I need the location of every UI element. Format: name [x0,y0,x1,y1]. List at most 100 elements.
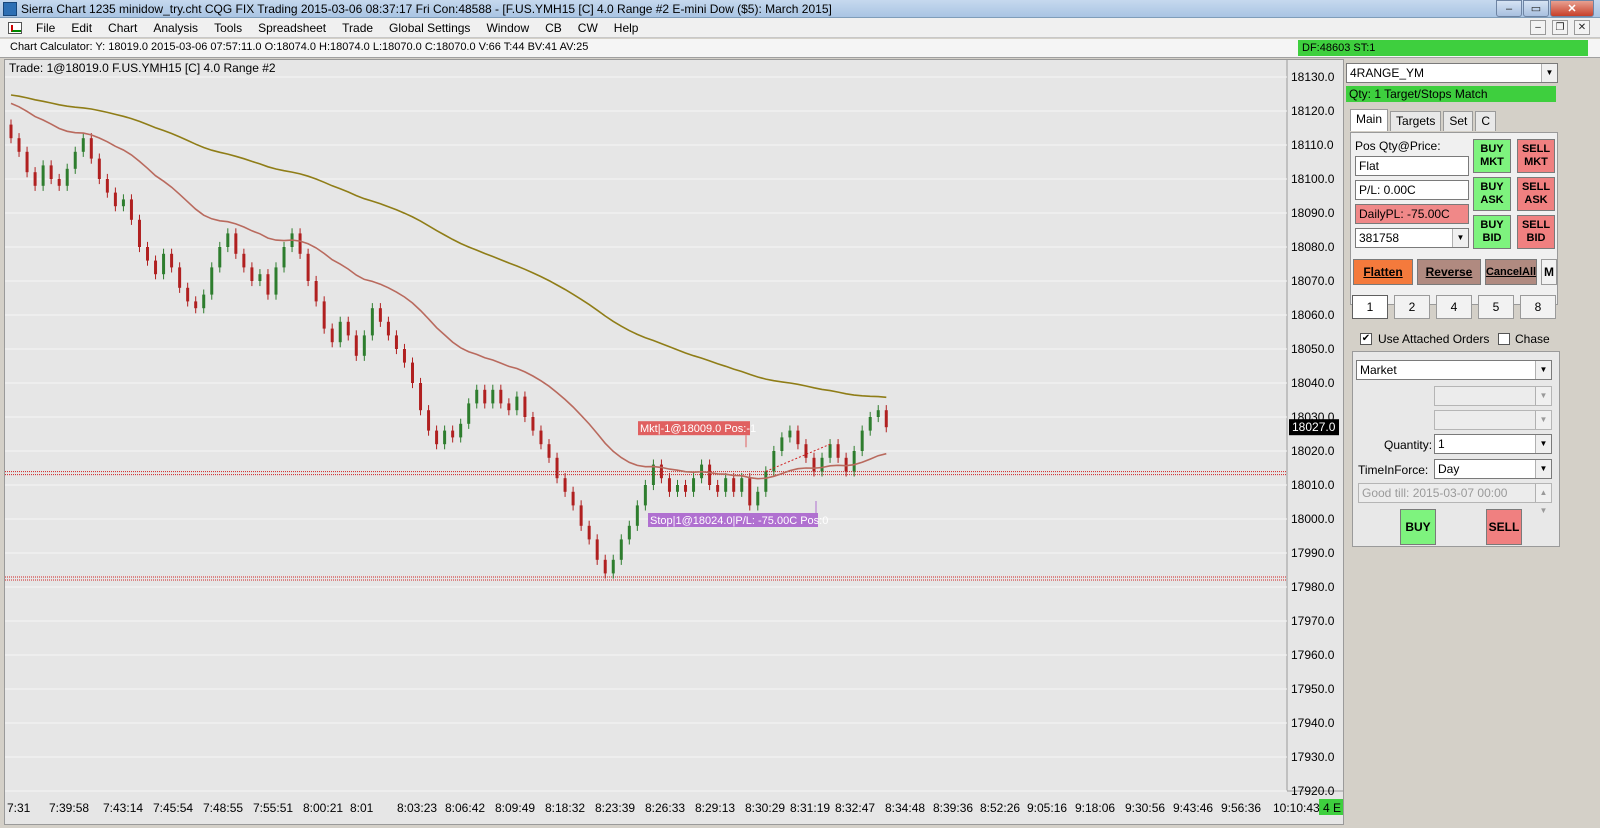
chase-checkbox[interactable] [1498,333,1510,345]
menu-cw[interactable]: CW [570,18,606,38]
candle-body [483,389,487,404]
x-tick-label: 9:30:56 [1125,801,1165,815]
qty-preset-1[interactable]: 1 [1352,295,1388,319]
flatten-button[interactable]: Flatten [1353,259,1413,285]
buy-bid-line2: BID [1482,232,1502,244]
candle-body [89,138,93,159]
menu-edit[interactable]: Edit [63,18,100,38]
chart-calculator-text: Chart Calculator: Y: 18019.0 2015-03-06 … [10,41,589,53]
menu-global-settings[interactable]: Global Settings [381,18,478,38]
menu-spreadsheet[interactable]: Spreadsheet [250,18,334,38]
buy-ask-button[interactable]: BUY ASK [1473,177,1511,211]
menu-window[interactable]: Window [478,18,537,38]
price-chart[interactable]: 18130.0 18120.0 18110.0 18100.0 18090.0 18080… [5,60,1344,825]
sell-button[interactable]: SELL [1486,509,1522,545]
mdi-restore-icon[interactable]: ❐ [1552,20,1568,35]
app-icon [3,1,17,16]
data-feed-status: DF:48603 ST:1 [1298,40,1588,56]
tab-c[interactable]: C [1475,111,1497,131]
candle-body [162,253,166,275]
quantity-select[interactable]: 1 ▼ [1434,434,1552,454]
qty-preset-8[interactable]: 8 [1520,295,1556,319]
order-type-select[interactable]: Market ▼ [1356,360,1552,380]
minimize-icon[interactable]: – [1496,0,1522,17]
chevron-down-icon: ▼ [1535,411,1551,429]
mdi-minimize-icon[interactable]: – [1530,20,1546,35]
candle-body [274,267,278,295]
menu-trade[interactable]: Trade [334,18,381,38]
candle-body [732,478,736,492]
quantity-value: 1 [1438,437,1445,451]
time-in-force-select[interactable]: Day ▼ [1434,459,1552,479]
buy-button[interactable]: BUY [1400,509,1436,545]
cancel-all-button[interactable]: CancelAll [1485,259,1537,285]
sell-ask-button[interactable]: SELL ASK [1517,177,1555,211]
candle-body [435,430,439,445]
menu-bar: File Edit Chart Analysis Tools Spreadshe… [0,18,1600,38]
buy-bid-button[interactable]: BUY BID [1473,215,1511,249]
candle-body [764,471,768,492]
pl-field: P/L: 0.00C [1355,180,1469,200]
menu-help[interactable]: Help [606,18,647,38]
price-select-2[interactable]: ▼ [1434,410,1552,430]
y-tick-label: 18100.0 [1291,172,1335,186]
good-till-field[interactable]: Good till: 2015-03-07 00:00 ▲ ▼ [1358,483,1552,515]
y-tick-label: 17990.0 [1291,546,1335,560]
candle-body [820,457,824,472]
candle-body [555,457,559,479]
sell-bid-button[interactable]: SELL BID [1517,215,1555,249]
candle-body [210,267,214,295]
menu-cb[interactable]: CB [537,18,570,38]
account-select[interactable]: 381758 ▼ [1355,228,1469,248]
y-tick-label: 17960.0 [1291,648,1335,662]
candle-body [459,423,463,438]
buy-mkt-button[interactable]: BUY MKT [1473,139,1511,173]
x-tick-label: 8:18:32 [545,801,585,815]
tab-main[interactable]: Main [1350,109,1389,131]
y-tick-label: 17980.0 [1291,580,1335,594]
candle-body [402,349,406,363]
menu-tools[interactable]: Tools [206,18,250,38]
sell-mkt-button[interactable]: SELL MKT [1517,139,1555,173]
symbol-select[interactable]: 4RANGE_YM ▼ [1346,63,1558,83]
candle-body [860,430,864,451]
candle-body [828,444,832,458]
candle-body [73,151,77,169]
x-tick-label: 8:34:48 [885,801,925,815]
candle-body [868,417,872,431]
use-attached-orders-checkbox[interactable]: ✔ [1360,333,1372,345]
time-in-force-value: Day [1438,462,1460,476]
chart-area[interactable]: 18130.0 18120.0 18110.0 18100.0 18090.0 18080… [4,59,1344,825]
qty-preset-5[interactable]: 5 [1478,295,1514,319]
chase-label: Chase [1515,332,1550,346]
x-tick-label: 8:06:42 [445,801,485,815]
m-button[interactable]: M [1541,259,1557,285]
candle-body [547,444,551,458]
qty-preset-4[interactable]: 4 [1436,295,1472,319]
candle-body [619,539,623,560]
close-icon[interactable]: ✕ [1550,0,1594,17]
qty-preset-2[interactable]: 2 [1394,295,1430,319]
tab-targets[interactable]: Targets [1390,111,1442,131]
candle-body [113,192,117,207]
menu-file[interactable]: File [28,18,63,38]
candle-body [354,335,358,356]
candle-body [234,233,238,254]
candle-body [146,247,150,261]
candle-body [675,485,679,492]
menu-analysis[interactable]: Analysis [145,18,206,38]
tab-set[interactable]: Set [1443,111,1474,131]
x-tick-label: 8:31:19 [790,801,830,815]
candle-body [780,437,784,451]
mdi-close-icon[interactable]: ✕ [1574,20,1590,35]
chart-document-icon[interactable] [8,21,22,34]
x-tick-label: 8:03:23 [397,801,437,815]
menu-chart[interactable]: Chart [100,18,145,38]
chevron-down-icon: ▼ [1535,361,1551,379]
candle-body [370,308,374,336]
y-tick-label: 17940.0 [1291,716,1335,730]
candle-body [812,457,816,472]
price-select-1[interactable]: ▼ [1434,386,1552,406]
reverse-button[interactable]: Reverse [1417,259,1481,285]
maximize-icon[interactable]: ▭ [1523,0,1549,17]
